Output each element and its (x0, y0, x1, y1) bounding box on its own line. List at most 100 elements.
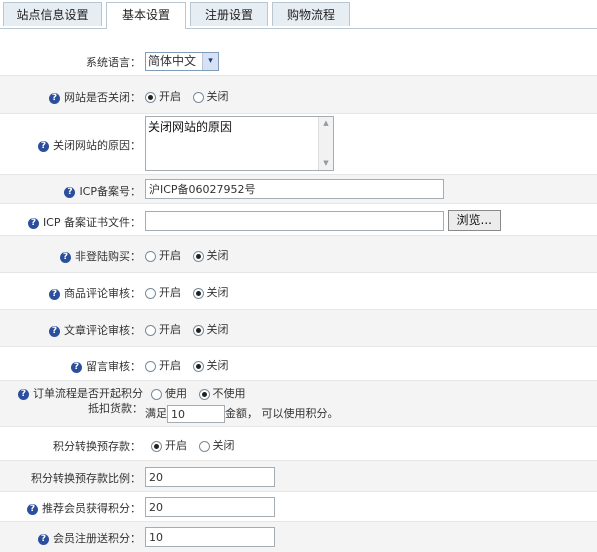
close-reason-textarea[interactable]: 关闭网站的原因 ▲ ▼ (145, 116, 334, 171)
radio[interactable] (145, 250, 156, 262)
option-label: 开启 (159, 286, 181, 299)
site-closed-on-option[interactable]: 开启 (145, 88, 181, 104)
site-closed-options: 开启 关闭 (145, 88, 237, 104)
help-icon[interactable]: ? (49, 325, 60, 337)
scroll-up-icon[interactable]: ▲ (319, 117, 333, 130)
referral-points-input[interactable]: 20 (145, 497, 275, 517)
close-reason-text: 关闭网站的原因 (148, 120, 233, 134)
option-label: 开启 (159, 323, 181, 336)
option-label: 使用 (165, 387, 187, 400)
row-points-to-deposit: 积分转换预存款： 开启 关闭 (0, 427, 597, 461)
order-points-amount-input[interactable]: 10 (167, 405, 225, 423)
article-review-off-option[interactable]: 关闭 (192, 321, 229, 337)
radio[interactable] (151, 388, 162, 400)
tab-site-info[interactable]: 站点信息设置 (3, 2, 102, 26)
option-label: 开启 (165, 439, 187, 452)
site-closed-off-option[interactable]: 关闭 (192, 88, 229, 104)
help-icon[interactable]: ? (71, 361, 82, 373)
radio[interactable] (192, 250, 204, 262)
goods-review-on-option[interactable]: 开启 (145, 284, 181, 300)
order-points-use-option[interactable]: 使用 (151, 385, 187, 401)
help-icon[interactable]: ? (18, 388, 29, 400)
help-icon[interactable]: ? (38, 140, 49, 152)
radio[interactable] (192, 287, 204, 299)
article-review-label-wrap: ? 文章评论审核： (49, 322, 141, 338)
language-select[interactable]: 简体中文 ▾ (145, 52, 219, 71)
icp-file-input[interactable] (145, 210, 444, 231)
chevron-down-icon[interactable]: ▾ (202, 53, 218, 70)
help-icon[interactable]: ? (64, 186, 76, 198)
icp-label: ICP备案号： (79, 185, 141, 198)
help-icon[interactable]: ? (27, 503, 38, 515)
site-closed-label: 网站是否关闭： (64, 91, 141, 104)
radio[interactable] (192, 324, 204, 336)
tab-shopping-flow[interactable]: 购物流程 (272, 2, 350, 26)
help-icon[interactable]: ? (27, 217, 39, 229)
tab-label: 注册设置 (204, 8, 253, 22)
tab-bar: 站点信息设置 基本设置 注册设置 购物流程 (0, 0, 597, 29)
row-referral-points: ? 推荐会员获得积分： 20 (0, 492, 597, 522)
row-language: 系统语言： 简体中文 ▾ (0, 38, 597, 76)
browse-button[interactable]: 浏览... (447, 210, 501, 231)
row-close-reason: ? 关闭网站的原因： 关闭网站的原因 ▲ ▼ (0, 114, 597, 175)
icp-label-wrap: ? ICP备案号： (64, 183, 141, 199)
close-reason-label-wrap: ? 关闭网站的原因： (38, 137, 141, 153)
message-review-label-wrap: ? 留言审核： (71, 358, 141, 374)
order-points-prefix: 满足 (145, 407, 167, 420)
points-to-deposit-off-option[interactable]: 关闭 (198, 437, 235, 453)
register-points-label-wrap: ? 会员注册送积分： (38, 530, 141, 546)
anon-buy-off-option[interactable]: 关闭 (192, 247, 229, 263)
message-review-on-option[interactable]: 开启 (145, 357, 181, 373)
article-review-label: 文章评论审核： (64, 324, 141, 337)
help-icon[interactable]: ? (38, 533, 49, 545)
points-ratio-label: 积分转换预存款比例： (31, 472, 141, 485)
radio[interactable] (151, 440, 162, 452)
tab-label: 购物流程 (286, 8, 335, 22)
goods-review-label-wrap: ? 商品评论审核： (49, 285, 141, 301)
order-points-nouse-option[interactable]: 不使用 (198, 385, 246, 401)
points-ratio-input[interactable]: 20 (145, 467, 275, 487)
row-message-review: ? 留言审核： 开启 关闭 (0, 347, 597, 381)
option-label: 开启 (159, 90, 181, 103)
points-to-deposit-on-option[interactable]: 开启 (151, 437, 187, 453)
row-icp: ? ICP备案号： 沪ICP备06027952号 (0, 175, 597, 204)
radio[interactable] (145, 360, 156, 372)
radio[interactable] (145, 324, 156, 336)
scroll-down-icon[interactable]: ▼ (319, 157, 333, 170)
textarea-scrollbar[interactable]: ▲ ▼ (318, 117, 333, 170)
option-label: 关闭 (212, 439, 235, 452)
icp-input[interactable]: 沪ICP备06027952号 (145, 179, 444, 199)
referral-points-label-wrap: ? 推荐会员获得积分： (27, 500, 141, 516)
radio[interactable] (192, 360, 204, 372)
help-icon[interactable]: ? (49, 92, 60, 104)
article-review-on-option[interactable]: 开启 (145, 321, 181, 337)
settings-form: 系统语言： 简体中文 ▾ ? 网站是否关闭： 开启 关闭 ? 关闭网站的原因： 关闭… (0, 38, 597, 552)
tab-label: 基本设置 (121, 8, 170, 22)
message-review-off-option[interactable]: 关闭 (192, 357, 229, 373)
icp-file-label: ICP 备案证书文件： (42, 216, 141, 229)
icp-file-label-wrap: ? ICP 备案证书文件： (27, 214, 141, 230)
register-points-label: 会员注册送积分： (53, 532, 141, 545)
register-points-input[interactable]: 10 (145, 527, 275, 547)
anon-buy-on-option[interactable]: 开启 (145, 247, 181, 263)
order-points-suffix: 金额， 可以使用积分。 (225, 407, 339, 420)
row-goods-review: ? 商品评论审核： 开启 关闭 (0, 273, 597, 310)
message-review-label: 留言审核： (86, 360, 141, 373)
radio[interactable] (198, 440, 210, 452)
option-label: 关闭 (206, 359, 229, 372)
anon-buy-label-wrap: ? 非登陆购买： (60, 248, 141, 264)
radio[interactable] (145, 91, 156, 103)
goods-review-off-option[interactable]: 关闭 (192, 284, 229, 300)
tab-basic-settings[interactable]: 基本设置 (106, 2, 186, 29)
radio[interactable] (192, 91, 204, 103)
option-label: 关闭 (206, 286, 229, 299)
radio[interactable] (145, 287, 156, 299)
radio[interactable] (198, 388, 210, 400)
language-value: 简体中文 (148, 54, 197, 68)
help-icon[interactable]: ? (49, 288, 60, 300)
row-site-closed: ? 网站是否关闭： 开启 关闭 (0, 76, 597, 114)
help-icon[interactable]: ? (60, 251, 71, 263)
tab-register-settings[interactable]: 注册设置 (190, 2, 268, 26)
anon-buy-label: 非登陆购买： (75, 250, 141, 263)
order-points-label-line1: 订单流程是否开起积分 (33, 387, 143, 400)
